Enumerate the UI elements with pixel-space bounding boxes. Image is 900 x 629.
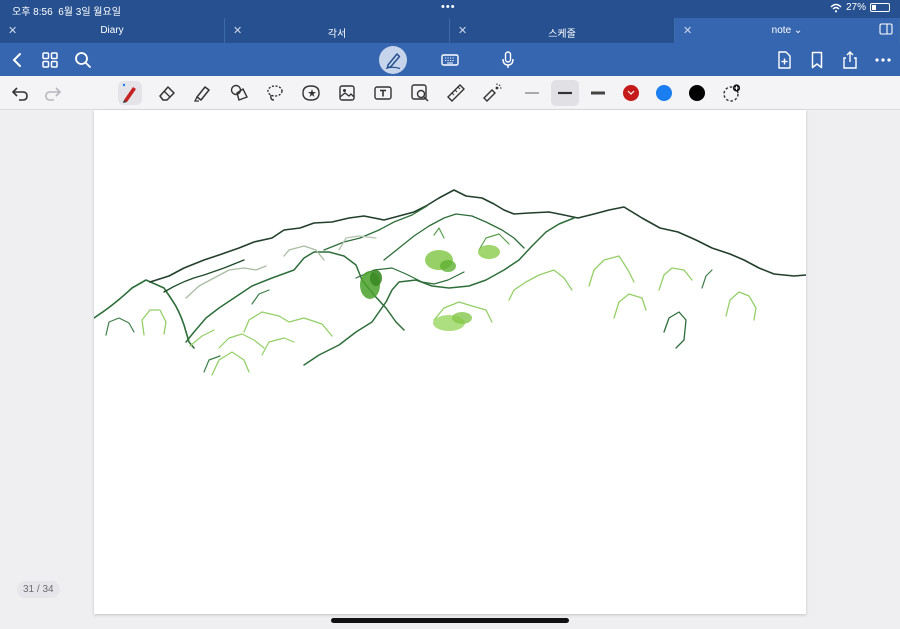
text-box-icon[interactable]	[371, 81, 395, 105]
nav-bar	[0, 43, 900, 76]
medium-stroke-icon	[558, 91, 572, 95]
highlighter-icon[interactable]	[190, 81, 214, 105]
bookmark-icon[interactable]	[806, 49, 828, 71]
undo-icon[interactable]	[8, 81, 32, 105]
thin-stroke-icon[interactable]	[520, 81, 544, 105]
more-icon[interactable]	[872, 49, 894, 71]
sticker-icon[interactable]	[299, 81, 323, 105]
tab-bar: ✕ Diary ✕ 각서 ✕ 스케줄 ✕ note ⌄	[0, 18, 900, 43]
zoom-box-icon[interactable]	[408, 81, 432, 105]
tab-label: note ⌄	[771, 25, 803, 36]
tool-bar	[0, 76, 900, 110]
thick-stroke-icon[interactable]	[586, 81, 610, 105]
page-counter[interactable]: 31 / 34	[17, 581, 60, 598]
tab-label: Diary	[100, 25, 124, 36]
keyboard-icon[interactable]	[439, 49, 461, 71]
share-icon[interactable]	[839, 49, 861, 71]
note-page[interactable]	[93, 110, 807, 614]
tab-label: 각서	[327, 29, 347, 40]
back-icon[interactable]	[7, 49, 29, 71]
lasso-icon[interactable]	[263, 81, 287, 105]
split-view-icon[interactable]	[879, 23, 893, 35]
search-icon[interactable]	[72, 49, 94, 71]
black-swatch[interactable]	[689, 85, 705, 101]
image-icon[interactable]	[335, 81, 359, 105]
status-bar: 오후 8:56 6월 3일 월요일 ••• 27%	[0, 0, 900, 18]
battery-icon	[870, 3, 890, 12]
shape-icon[interactable]	[227, 81, 251, 105]
home-indicator[interactable]	[331, 618, 569, 623]
add-color-icon[interactable]	[722, 83, 742, 103]
status-time: 오후 8:56 6월 3일 월요일	[12, 7, 121, 18]
medium-stroke-button[interactable]	[551, 80, 579, 106]
chevron-down-icon	[627, 90, 635, 95]
blue-swatch[interactable]	[656, 85, 672, 101]
tab-diary[interactable]: ✕ Diary	[0, 18, 225, 43]
add-page-icon[interactable]	[773, 49, 795, 71]
tab-note[interactable]: ✕ note ⌄	[675, 18, 900, 43]
redo-icon[interactable]	[41, 81, 65, 105]
battery-percent: 27%	[845, 2, 866, 13]
status-right: 27%	[830, 2, 890, 13]
pen-tool-icon[interactable]	[118, 81, 142, 105]
wifi-icon	[830, 3, 842, 12]
ruler-icon[interactable]	[444, 81, 468, 105]
mountain-sketch	[93, 189, 807, 376]
tab-label: 스케줄	[548, 29, 576, 40]
multitasking-dots-icon[interactable]: •••	[441, 1, 456, 13]
tab-schedule[interactable]: ✕ 스케줄	[450, 18, 675, 43]
tab-memo[interactable]: ✕ 각서	[225, 18, 450, 43]
laser-pointer-icon[interactable]	[480, 81, 504, 105]
grid-icon[interactable]	[39, 49, 61, 71]
pen-mode-icon[interactable]	[382, 49, 404, 71]
microphone-icon[interactable]	[497, 49, 519, 71]
eraser-icon[interactable]	[155, 81, 179, 105]
